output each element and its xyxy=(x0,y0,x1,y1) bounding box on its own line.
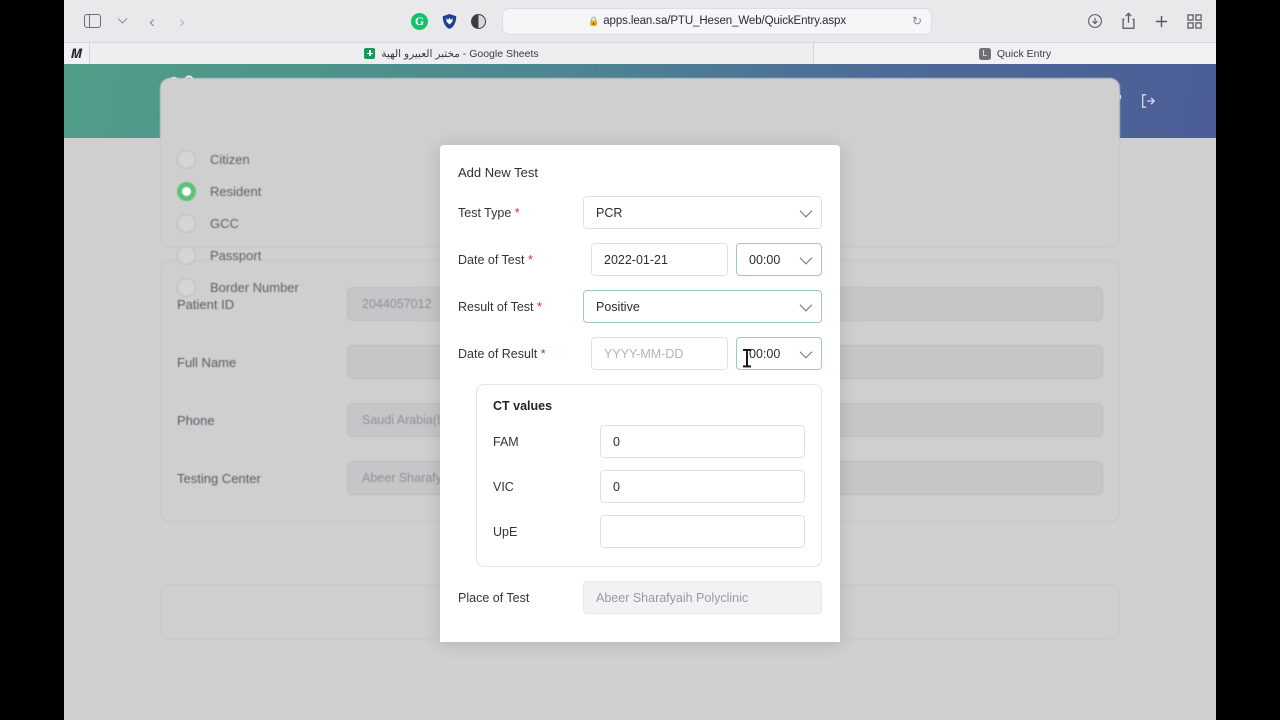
date-of-test-input[interactable]: 2022-01-21 xyxy=(591,243,728,276)
lock-icon: 🔒 xyxy=(588,15,600,26)
grammarly-icon[interactable]: G xyxy=(411,12,428,30)
dialog-title: Add New Test xyxy=(458,165,538,180)
date-of-test-value: 2022-01-21 xyxy=(604,252,668,267)
time-of-test-value: 00:00 xyxy=(749,252,781,267)
ct-label-vic: VIC xyxy=(493,479,514,494)
date-of-result-input[interactable]: YYYY-MM-DD xyxy=(591,337,728,370)
chevron-down-icon xyxy=(799,204,813,218)
toolbar-left-group: ‹ › xyxy=(78,8,196,34)
browser-chrome: ‹ › G 🔒 apps.lean.sa/PTU_Hesen_Web/Quick… xyxy=(64,0,1216,64)
ct-label-fam: FAM xyxy=(493,434,519,449)
label-test-type: Test Type * xyxy=(458,206,583,220)
quick-entry-favicon: L xyxy=(978,47,991,60)
add-new-test-dialog: Add New Test Test Type * PCR Date of Tes… xyxy=(440,145,840,642)
place-of-test-input[interactable]: Abeer Sharafyaih Polyclinic xyxy=(583,581,822,614)
test-type-select[interactable]: PCR xyxy=(583,196,822,229)
m-favicon: 𝑴 xyxy=(70,45,83,61)
ct-values-panel: CT values FAM 0 VIC 0 UpE xyxy=(476,384,822,567)
required-marker: * xyxy=(527,252,533,267)
tab-strip: 𝑴 مختبر العبيرو الهية - Google Sheets L … xyxy=(64,42,1216,64)
result-of-test-value: Positive xyxy=(596,299,640,314)
row-date-of-result: Date of Result * YYYY-MM-DD 00:00 xyxy=(458,337,822,370)
ct-row-vic: VIC 0 xyxy=(493,470,805,503)
ct-input-vic[interactable]: 0 xyxy=(600,470,805,503)
label-text: Date of Result xyxy=(458,346,538,361)
label-date-of-result: Date of Result * xyxy=(458,347,583,361)
ct-input-upe[interactable] xyxy=(600,515,805,548)
tab-quick-entry[interactable]: L Quick Entry xyxy=(814,43,1216,64)
app-viewport: HESN Role Management Hesen Support xyxy=(64,64,1216,720)
ct-row-upe: UpE xyxy=(493,515,805,548)
ct-label-upe: UpE xyxy=(493,524,518,539)
chevron-down-icon xyxy=(799,298,813,312)
place-of-test-placeholder: Abeer Sharafyaih Polyclinic xyxy=(596,590,749,605)
chevron-down-icon xyxy=(799,251,813,265)
label-text: Test Type xyxy=(458,205,512,220)
back-arrow-icon[interactable]: ‹ xyxy=(138,8,166,34)
share-icon[interactable] xyxy=(1121,12,1136,30)
label-text: Date of Test xyxy=(458,252,525,267)
extension-icons: G xyxy=(411,12,486,30)
sidebar-toggle-icon[interactable] xyxy=(78,8,106,34)
label-text: Result of Test xyxy=(458,299,534,314)
tab-google-sheets[interactable]: مختبر العبيرو الهية - Google Sheets xyxy=(90,43,814,64)
text-cursor xyxy=(743,349,751,367)
ct-row-fam: FAM 0 xyxy=(493,425,805,458)
label-result-of-test: Result of Test * xyxy=(458,300,583,314)
tab-overview-icon[interactable] xyxy=(1187,13,1202,29)
required-marker: * xyxy=(514,205,520,220)
ct-input-fam[interactable]: 0 xyxy=(600,425,805,458)
time-of-test-select[interactable]: 00:00 xyxy=(736,243,822,276)
row-date-of-test: Date of Test * 2022-01-21 00:00 xyxy=(458,243,822,276)
chevron-down-icon[interactable] xyxy=(108,8,136,34)
required-marker: * xyxy=(537,299,542,314)
new-tab-icon[interactable] xyxy=(1154,14,1169,29)
forward-arrow-icon[interactable]: › xyxy=(168,8,196,34)
address-bar[interactable]: 🔒 apps.lean.sa/PTU_Hesen_Web/QuickEntry.… xyxy=(502,7,932,35)
privacy-icon[interactable] xyxy=(471,13,486,29)
result-of-test-select[interactable]: Positive xyxy=(583,290,822,323)
time-of-result-value: 00:00 xyxy=(749,346,781,361)
url-text: apps.lean.sa/PTU_Hesen_Web/QuickEntry.as… xyxy=(603,15,846,27)
tab-label: Quick Entry xyxy=(996,47,1052,60)
shield-icon[interactable] xyxy=(442,13,457,30)
row-test-type: Test Type * PCR xyxy=(458,196,822,229)
downloads-icon[interactable] xyxy=(1087,13,1103,29)
reload-icon[interactable]: ↻ xyxy=(912,14,922,28)
sheets-favicon xyxy=(364,48,376,59)
row-place-of-test: Place of Test Abeer Sharafyaih Polyclini… xyxy=(458,581,822,614)
pinned-tab[interactable]: 𝑴 xyxy=(64,43,90,64)
toolbar-right-group xyxy=(1087,12,1202,30)
screen: ‹ › G 🔒 apps.lean.sa/PTU_Hesen_Web/Quick… xyxy=(0,0,1280,720)
required-marker: * xyxy=(540,346,546,361)
test-type-value: PCR xyxy=(596,205,623,220)
row-result-of-test: Result of Test * Positive xyxy=(458,290,822,323)
chevron-down-icon xyxy=(799,345,813,359)
tab-label: مختبر العبيرو الهية - Google Sheets xyxy=(381,47,539,60)
ct-values-title: CT values xyxy=(493,399,553,413)
label-place-of-test: Place of Test xyxy=(458,590,530,605)
browser-toolbar: ‹ › G 🔒 apps.lean.sa/PTU_Hesen_Web/Quick… xyxy=(64,0,1216,42)
label-date-of-test: Date of Test * xyxy=(458,253,583,267)
date-of-result-placeholder: YYYY-MM-DD xyxy=(604,346,684,361)
